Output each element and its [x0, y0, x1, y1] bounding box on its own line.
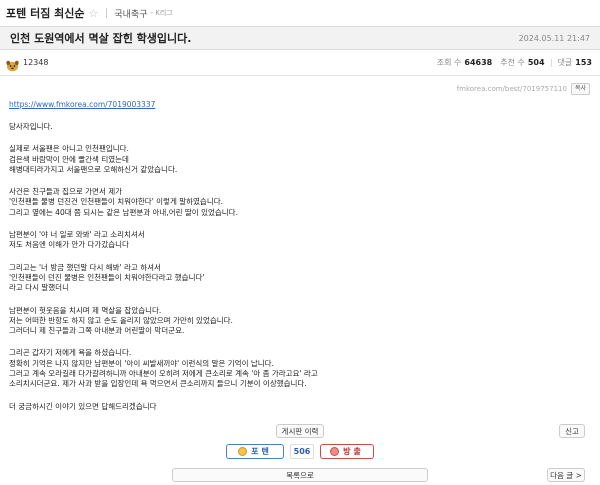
- post-text-line: 그리곤 갑자기 저에게 욕을 하셨습니다.: [9, 348, 132, 358]
- vote-down-label: 방출: [343, 447, 364, 456]
- permalink-url[interactable]: fmkorea.com/best/7019757110: [457, 85, 567, 93]
- permalink-row: fmkorea.com/best/7019757110 복사: [457, 83, 590, 95]
- author-name[interactable]: 12348: [23, 58, 48, 67]
- next-post-button[interactable]: 다음 글 >: [547, 468, 585, 482]
- post-text-line: 당사자입니다.: [9, 122, 53, 131]
- post-text-line: 그리고 옆에는 40대 쯤 되시는 같은 남편분과 아내,어린 딸이 있었습니다…: [9, 207, 238, 217]
- post-stats: 조회 수 64638 추천 수 504 댓글 153: [437, 57, 592, 68]
- post-paragraph: 그리고는 '너 방금 했던말 다시 해봐' 라고 하셔서 '인천팬들이 던진 물병…: [9, 263, 589, 294]
- post-text-line: 남편분이 헛웃음을 치시며 제 멱살을 잡았습니다.: [9, 305, 162, 315]
- post-text-line: 라고 다시 말했더니: [9, 283, 69, 293]
- board-history-button[interactable]: 게시판 이력: [276, 424, 324, 438]
- report-button[interactable]: 신고: [559, 424, 585, 438]
- post-paragraph: 남편분이 '야 너 일로 와봐' 라고 소리치셔서 저도 처음엔 이해가 안가 다…: [9, 230, 589, 251]
- views-count: 64638: [464, 58, 493, 67]
- post-text-line: 실제로 서울팬은 아니고 인천팬입니다.: [9, 144, 129, 154]
- divider: [550, 58, 552, 67]
- post-paragraph: 더 궁금하시긴 이야기 있으면 답해드리겠습니다: [9, 402, 589, 412]
- post-text-line: 정확히 기억은 나지 않지만 남편분이 '아이 씨발새끼야' 이런식의 말은 기…: [9, 358, 274, 368]
- post-text-line: 해병대티라가지고 서울팬으로 오해하신거 같았습니다.: [9, 164, 178, 174]
- post-text-line: '인천팬들이 던진 물병은 인천팬들이 치워야한다라고 했습니다': [9, 272, 205, 282]
- vote-up-button[interactable]: 포텐: [226, 444, 284, 459]
- favorite-star-icon[interactable]: ☆: [89, 7, 99, 20]
- post-paragraphs: 당사자입니다. 실제로 서울팬은 아니고 인천팬입니다. 검은색 바람막이 안에 빨…: [9, 122, 589, 412]
- comments-count[interactable]: 153: [575, 58, 592, 67]
- likes-label: 추천 수: [500, 58, 525, 67]
- copy-link-button[interactable]: 복사: [570, 83, 590, 95]
- comments-label[interactable]: 댓글: [558, 57, 573, 68]
- back-to-list-button[interactable]: 목록으로: [172, 468, 428, 482]
- post-text-line: 그러고 계속 오라길래 다가갈려하니까 아내분이 오히려 저에게 큰소리로 계속…: [9, 369, 318, 379]
- post-text-line: 검은색 바람막이 안에 빨간색 티였는데: [9, 154, 129, 164]
- post-date: 2024.05.11 21:47: [518, 33, 590, 43]
- post-paragraph: 그리곤 갑자기 저에게 욕을 하셨습니다. 정확히 기억은 나지 않지만 남편분이…: [9, 348, 589, 389]
- post-text-line: '인천팬들 물병 던진건 인천팬들이 치워야한다' 이렇게 말하였습니다.: [9, 197, 224, 207]
- vote-down-button[interactable]: 방출: [320, 444, 374, 459]
- vote-count: 506: [290, 444, 314, 459]
- category-link[interactable]: 국내축구: [114, 7, 147, 20]
- board-bar: 포텐 터짐 최신순 ☆ 국내축구 - K리그: [0, 0, 600, 26]
- avatar-icon: [6, 57, 19, 71]
- post-paragraph: 당사자입니다.: [9, 122, 589, 132]
- post-text-line: 사건은 친구들과 집으로 가면서 제가: [9, 187, 123, 197]
- post-text-line: 더 궁금하시긴 이야기 있으면 답해드리겠습니다: [9, 401, 157, 411]
- post-text-line: 저는 어떠한 반항도 하지 않고 손도 올리지 않았으며 가만히 있었습니다.: [9, 315, 233, 325]
- post-title: 인천 도원역에서 멱살 잡힌 학생입니다.: [10, 32, 192, 45]
- views-label: 조회 수: [436, 58, 462, 67]
- post-text-line: 저도 처음엔 이해가 안가 다가갔습니다: [9, 240, 129, 250]
- likes-count: 504: [527, 58, 545, 67]
- potent-icon: [238, 447, 248, 456]
- post-text-line: 그러더니 제 친구들과 그쪽 아내분과 어린딸이 막더군요.: [9, 326, 185, 336]
- post-meta: 12348 조회 수 64638 추천 수 504 댓글 153: [0, 50, 600, 76]
- post-text-line: 남편분이 '야 너 일로 와봐' 라고 소리치셔서: [9, 230, 145, 240]
- divider: [106, 8, 108, 18]
- source-link[interactable]: https://www.fmkorea.com/7019003337: [9, 100, 589, 110]
- post-paragraph: 남편분이 헛웃음을 치시며 제 멱살을 잡았습니다. 저는 어떠한 반항도 하지 …: [9, 306, 589, 337]
- post-paragraph: 사건은 친구들과 집으로 가면서 제가 '인천팬들 물병 던진건 인천팬들이 치워…: [9, 187, 589, 218]
- board-title[interactable]: 포텐 터짐 최신순: [6, 5, 85, 21]
- release-icon: [330, 447, 340, 456]
- post-body: https://www.fmkorea.com/7019003337 당사자입니…: [9, 100, 589, 412]
- post-header: 인천 도원역에서 멱살 잡힌 학생입니다. 2024.05.11 21:47: [0, 26, 600, 50]
- post-text-line: 소리치시더군요. 제가 사과 받을 입장인데 욕 먹으면서 큰소리까지 들으니 …: [9, 379, 307, 389]
- post-text-line: 그리고는 '너 방금 했던말 다시 해봐' 라고 하셔서: [9, 262, 161, 272]
- post-paragraph: 실제로 서울팬은 아니고 인천팬입니다. 검은색 바람막이 안에 빨간색 티였는데…: [9, 144, 589, 175]
- vote-up-label: 포텐: [251, 447, 272, 456]
- subcategory-label: - K리그: [150, 9, 173, 17]
